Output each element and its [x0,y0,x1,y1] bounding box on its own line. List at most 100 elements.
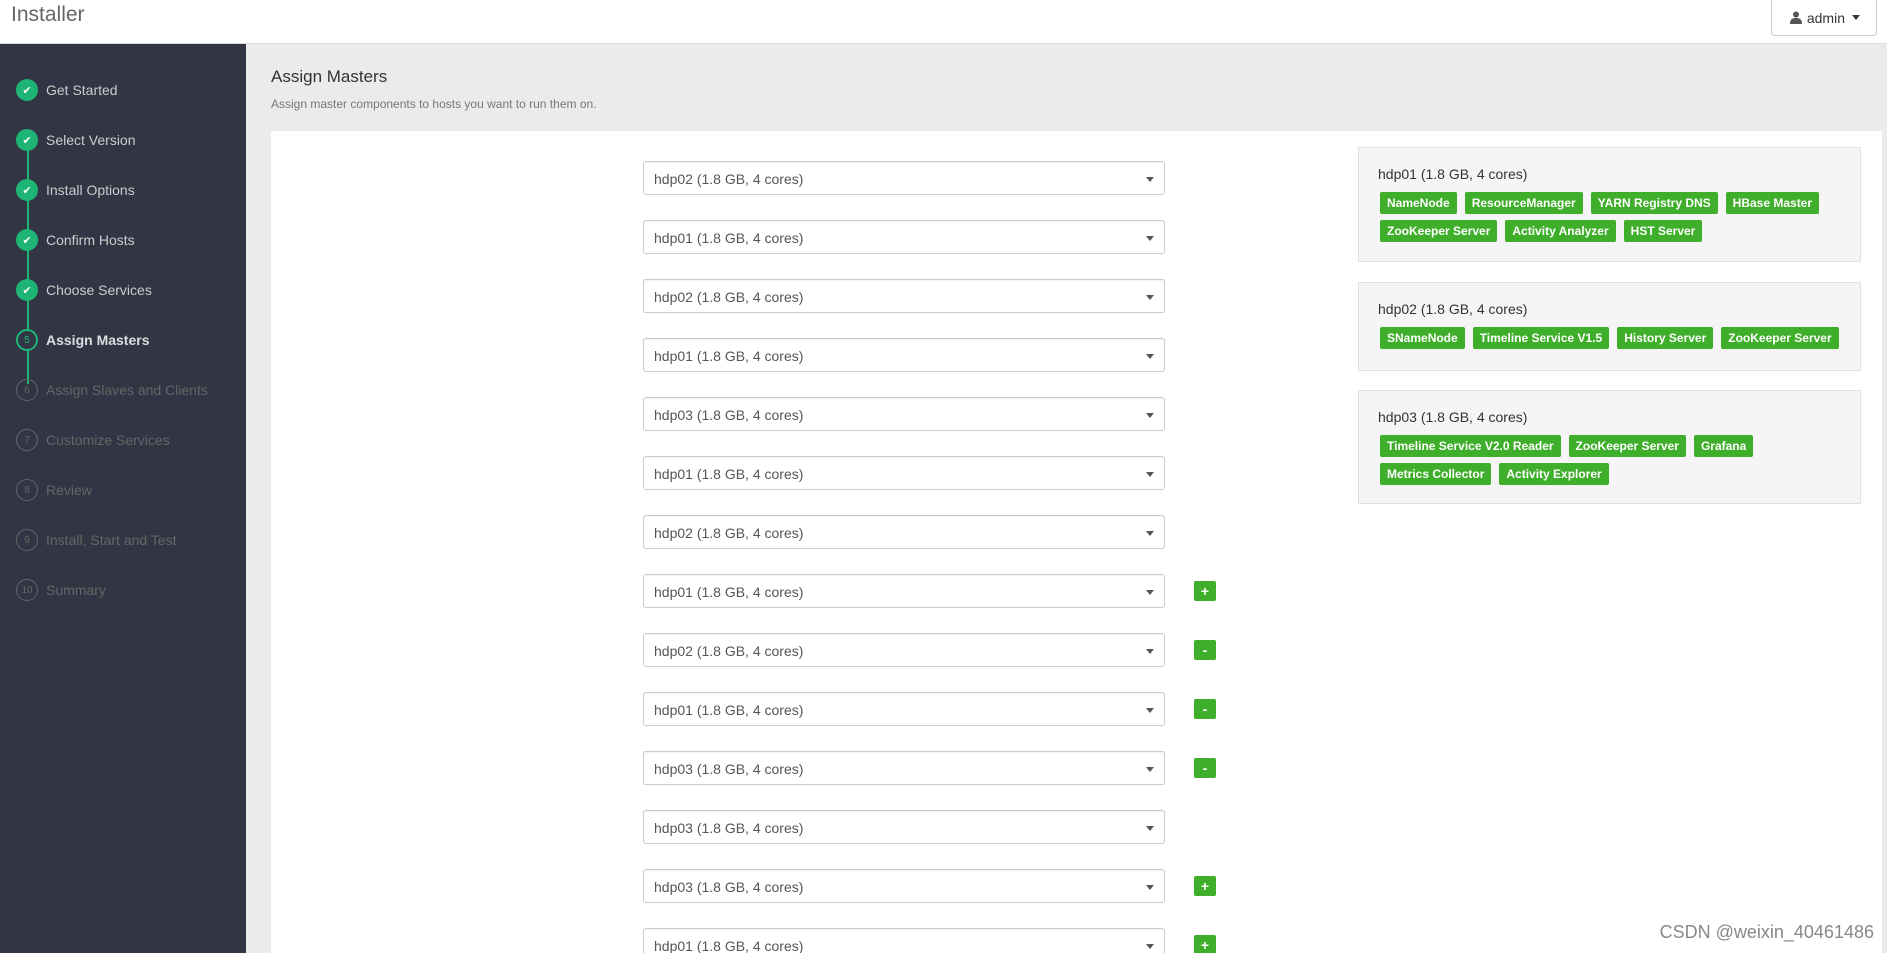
component-badge: Timeline Service V1.5 [1472,327,1610,349]
user-icon [1789,11,1802,24]
host-select-value: hdp02 (1.8 GB, 4 cores) [654,643,804,659]
host-select-value: hdp01 (1.8 GB, 4 cores) [654,348,804,364]
component-badge: ZooKeeper Server [1380,220,1498,242]
host-select[interactable]: hdp03 (1.8 GB, 4 cores) [643,751,1165,785]
assignment-row: ZooKeeper Server:hdp03 (1.8 GB, 4 cores)… [271,751,1271,785]
chevron-down-icon [1146,354,1154,359]
wizard-step-11: 10 Summary [0,575,246,605]
component-badge: HBase Master [1725,192,1820,214]
chevron-down-icon [1146,413,1154,418]
host-select-value: hdp01 (1.8 GB, 4 cores) [654,938,804,953]
page-title: Assign Masters [271,67,388,86]
component-badge: Grafana [1693,435,1754,457]
host-name: hdp02 (1.8 GB, 4 cores) [1378,301,1528,317]
assignment-row: Activity Analyzer:hdp01 (1.8 GB, 4 cores… [271,928,1271,953]
host-select[interactable]: hdp02 (1.8 GB, 4 cores) [643,633,1165,667]
wizard-step-3[interactable]: ✔ Install Options [0,175,246,205]
host-select[interactable]: hdp01 (1.8 GB, 4 cores) [643,928,1165,953]
host-select-value: hdp01 (1.8 GB, 4 cores) [654,466,804,482]
host-select[interactable]: hdp02 (1.8 GB, 4 cores) [643,279,1165,313]
add-component-button[interactable]: + [1194,581,1216,601]
component-badges: Timeline Service V2.0 Reader ZooKeeper Se… [1380,435,1846,485]
chevron-down-icon [1146,236,1154,241]
wizard-step-label: Assign Masters [46,332,150,348]
wizard-step-8: 7 Customize Services [0,425,246,455]
remove-component-button[interactable]: - [1194,699,1216,719]
host-select[interactable]: hdp03 (1.8 GB, 4 cores) [643,869,1165,903]
user-menu-button[interactable]: admin [1770,0,1877,36]
assignment-row: Timeline Service V2.0 Reader:hdp03 (1.8 … [271,397,1271,431]
host-select[interactable]: hdp03 (1.8 GB, 4 cores) [643,810,1165,844]
top-bar: Installer admin [0,0,1887,44]
host-select[interactable]: hdp01 (1.8 GB, 4 cores) [643,220,1165,254]
host-select[interactable]: hdp01 (1.8 GB, 4 cores) [643,692,1165,726]
host-select[interactable]: hdp01 (1.8 GB, 4 cores) [643,456,1165,490]
host-select-value: hdp03 (1.8 GB, 4 cores) [654,761,804,777]
check-icon: ✔ [16,79,38,101]
assignment-row: HBase Master:hdp01 (1.8 GB, 4 cores)+ [271,574,1271,608]
wizard-step-2[interactable]: ✔ Select Version [0,125,246,155]
component-badge: SNameNode [1380,327,1465,349]
watermark: CSDN @weixin_40461486 [1659,922,1874,942]
chevron-down-icon [1146,590,1154,595]
assignment-row: Timeline Service V1.5:hdp02 (1.8 GB, 4 c… [271,279,1271,313]
chevron-down-icon [1146,708,1154,713]
step-number: 8 [16,479,38,501]
assignment-row: ZooKeeper Server:hdp02 (1.8 GB, 4 cores)… [271,633,1271,667]
assignment-row: YARN Registry DNS:hdp01 (1.8 GB, 4 cores… [271,456,1271,490]
host-select-value: hdp02 (1.8 GB, 4 cores) [654,171,804,187]
component-badge: History Server [1617,327,1714,349]
host-select-value: hdp03 (1.8 GB, 4 cores) [654,820,804,836]
host-name: hdp03 (1.8 GB, 4 cores) [1378,409,1528,425]
wizard-step-label: Install, Start and Test [46,532,177,548]
check-icon: ✔ [16,179,38,201]
add-component-button[interactable]: + [1194,935,1216,953]
host-select[interactable]: hdp03 (1.8 GB, 4 cores) [643,397,1165,431]
host-summary-box: hdp03 (1.8 GB, 4 cores) Timeline Service … [1358,390,1861,504]
wizard-step-5[interactable]: ✔ Choose Services [0,275,246,305]
component-badge: NameNode [1380,192,1457,214]
check-icon: ✔ [16,229,38,251]
wizard-step-label: Customize Services [46,432,170,448]
chevron-down-icon [1146,472,1154,477]
host-select[interactable]: hdp02 (1.8 GB, 4 cores) [643,515,1165,549]
wizard-step-4[interactable]: ✔ Confirm Hosts [0,225,246,255]
remove-component-button[interactable]: - [1194,640,1216,660]
wizard-sidebar: ✔ Get Started ✔ Select Version ✔ Install Opti… [0,44,246,953]
wizard-step-label: Summary [46,582,106,598]
remove-component-button[interactable]: - [1194,758,1216,778]
host-select[interactable]: hdp02 (1.8 GB, 4 cores) [643,161,1165,195]
host-select-value: hdp01 (1.8 GB, 4 cores) [654,702,804,718]
chevron-down-icon [1146,767,1154,772]
step-number: 10 [16,579,38,601]
host-name: hdp01 (1.8 GB, 4 cores) [1378,166,1528,182]
check-icon: ✔ [16,129,38,151]
wizard-step-10: 9 Install, Start and Test [0,525,246,555]
assignment-row: Metrics Collector:hdp03 (1.8 GB, 4 cores… [271,869,1271,903]
wizard-step-label: Choose Services [46,282,152,298]
add-component-button[interactable]: + [1194,876,1216,896]
step-number: 6 [16,379,38,401]
wizard-step-1[interactable]: ✔ Get Started [0,75,246,105]
component-badges: SNameNode Timeline Service V1.5 History Se… [1380,327,1846,349]
wizard-step-label: Install Options [46,182,135,198]
wizard-step-label: Confirm Hosts [46,232,135,248]
host-select-value: hdp01 (1.8 GB, 4 cores) [654,584,804,600]
assign-masters-panel: SNameNode:hdp02 (1.8 GB, 4 cores) NameNod… [271,131,1882,953]
host-summary-box: hdp02 (1.8 GB, 4 cores) SNameNode Timeline… [1358,282,1861,371]
assignment-row: NameNode:hdp01 (1.8 GB, 4 cores) [271,220,1271,254]
host-select[interactable]: hdp01 (1.8 GB, 4 cores) [643,338,1165,372]
chevron-down-icon [1146,885,1154,890]
component-badge: HST Server [1623,220,1703,242]
host-select[interactable]: hdp01 (1.8 GB, 4 cores) [643,574,1165,608]
step-number: 7 [16,429,38,451]
wizard-step-label: Select Version [46,132,136,148]
chevron-down-icon [1146,177,1154,182]
chevron-down-icon [1146,295,1154,300]
wizard-step-label: Review [46,482,92,498]
wizard-step-6[interactable]: 5 Assign Masters [0,325,246,355]
component-badge: ResourceManager [1464,192,1583,214]
chevron-down-icon [1146,826,1154,831]
assignment-row: ZooKeeper Server:hdp01 (1.8 GB, 4 cores)… [271,692,1271,726]
step-number: 9 [16,529,38,551]
